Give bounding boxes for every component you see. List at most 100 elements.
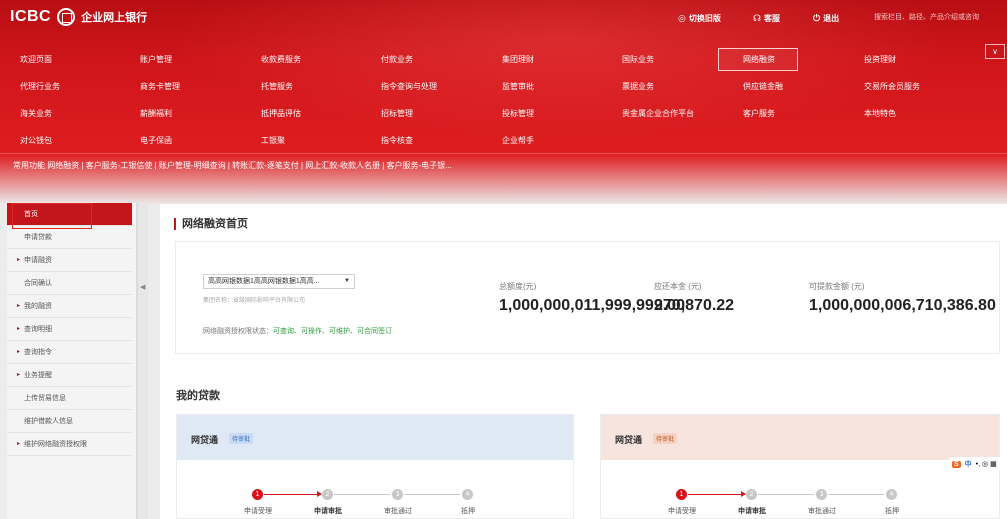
- menu-item[interactable]: 招标管理: [381, 108, 413, 119]
- sidebar-scrollbar[interactable]: ◀: [137, 203, 148, 519]
- menu-item[interactable]: 票据业务: [622, 81, 654, 92]
- sidebar-item-label: 我的融资: [24, 303, 52, 310]
- menu-item[interactable]: 本地特色: [864, 108, 896, 119]
- step-number-icon: 3: [816, 489, 827, 500]
- menu-item[interactable]: 指令查询与处理: [381, 81, 437, 92]
- search-input[interactable]: 搜索栏目、路径、产品介绍或咨询: [866, 11, 1007, 25]
- total-limit-label: 总额度(元): [499, 282, 537, 291]
- loan-name: 网贷通: [615, 435, 643, 445]
- expand-arrow-icon: ▸: [17, 349, 21, 355]
- step-label: 申请审批: [314, 508, 342, 515]
- step-label: 抵押: [885, 508, 899, 515]
- step-connector: [758, 494, 814, 495]
- main-content: 网络融资首页 高高网银数据1高高网银数据1高高... ▼ 集团名称：省级国际影响…: [160, 204, 1007, 519]
- sidebar-item[interactable]: ▸ 维护网络融资授权限: [7, 433, 132, 456]
- sidebar-item[interactable]: 上传贸易信息: [7, 387, 132, 410]
- menu-item[interactable]: 投资理财: [864, 54, 896, 65]
- menu-item[interactable]: 商务卡管理: [140, 81, 180, 92]
- sidebar-highlight-frame: [12, 203, 92, 229]
- menu-item[interactable]: 欢迎页面: [20, 54, 52, 65]
- auth-status-label: 网络融资授权限状态：: [203, 328, 273, 335]
- sidebar-item[interactable]: ▸ 业务提醒: [7, 364, 132, 387]
- step-label: 申请审批: [738, 508, 766, 515]
- logout-label: 退出: [823, 14, 840, 23]
- header: ICBC 企业网上银行 ◎ 切换旧版 ☊ 客服 ⏻ 退出 搜索栏目、路径、产品介…: [0, 0, 1007, 205]
- quick-functions-bar: 常用功能 网络融资 | 客户服务-工银信使 | 账户管理-明细查询 | 转账汇款…: [0, 153, 1007, 175]
- principal-due-label: 应还本金 (元): [654, 282, 702, 291]
- menu-item[interactable]: 账户管理: [140, 54, 172, 65]
- sidebar-item-label: 申请融资: [24, 257, 52, 264]
- menu-item[interactable]: 交易所会员服务: [864, 81, 920, 92]
- ime-language[interactable]: 中: [965, 459, 972, 469]
- sidebar-item-label: 查询指令: [24, 349, 52, 356]
- menu-item[interactable]: 电子保函: [140, 135, 172, 146]
- sidebar-item[interactable]: 维护借款人信息: [7, 410, 132, 433]
- loan-name: 网贷通: [191, 435, 219, 445]
- status-badge: 待审批: [229, 433, 254, 444]
- loan-card-header: 网贷通 待审批: [601, 415, 999, 460]
- switch-icon: ◎: [678, 13, 686, 23]
- sidebar-item-label: 申请贷款: [24, 234, 52, 241]
- step-label: 申请受理: [244, 508, 272, 515]
- available-amount-value: 1,000,000,006,710,386.80: [809, 297, 996, 314]
- power-icon: ⏻: [813, 13, 821, 23]
- switch-version-link[interactable]: ◎ 切换旧版: [678, 13, 721, 24]
- icbc-logo[interactable]: ICBC 企业网上银行: [10, 8, 147, 26]
- menu-item[interactable]: 代理行业务: [20, 81, 60, 92]
- expand-arrow-icon: ▸: [17, 441, 21, 447]
- switch-version-label: 切换旧版: [688, 14, 721, 23]
- customer-service-link[interactable]: ☊ 客服: [753, 13, 780, 24]
- menu-item[interactable]: 网络融资: [718, 48, 798, 71]
- quick-functions-links[interactable]: 常用功能 网络融资 | 客户服务-工银信使 | 账户管理-明细查询 | 转账汇款…: [13, 160, 452, 171]
- account-select[interactable]: 高高网银数据1高高网银数据1高高... ▼: [203, 274, 355, 289]
- sidebar-item[interactable]: 申请贷款: [7, 226, 132, 249]
- menu-item[interactable]: 企业帮手: [502, 135, 534, 146]
- step-label: 审批通过: [384, 508, 412, 515]
- sidebar-item[interactable]: ▸ 查询指令: [7, 341, 132, 364]
- menu-item[interactable]: 收款费服务: [261, 54, 301, 65]
- ime-tools-icon[interactable]: •, ◎ ▦: [976, 460, 997, 468]
- menu-item[interactable]: 供应链金融: [743, 81, 783, 92]
- step-number-icon: 2: [746, 489, 757, 500]
- menu-item[interactable]: 贵金属企业合作平台: [622, 108, 694, 119]
- step-number-icon: 4: [462, 489, 473, 500]
- menu-item[interactable]: 抵押品评估: [261, 108, 301, 119]
- step-number-icon: 1: [676, 489, 687, 500]
- loan-card[interactable]: 网贷通 待审批 1 申请受理 2 申请审批 3 审批通过 4 抵押: [176, 414, 574, 519]
- menu-item[interactable]: 客户服务: [743, 108, 775, 119]
- step-number-icon: 3: [392, 489, 403, 500]
- menu-item[interactable]: 国际业务: [622, 54, 654, 65]
- sidebar-item[interactable]: ▸ 查询明细: [7, 318, 132, 341]
- menu-toggle-button[interactable]: ∨: [985, 44, 1005, 59]
- expand-arrow-icon: ▸: [17, 372, 21, 378]
- menu-item[interactable]: 海关业务: [20, 108, 52, 119]
- scroll-arrow-icon: ◀: [140, 284, 146, 291]
- sogou-logo-icon: S: [952, 460, 961, 468]
- sidebar-item[interactable]: ▸ 我的融资: [7, 295, 132, 318]
- icbc-seal-icon: [57, 8, 76, 26]
- loan-card[interactable]: 网贷通 待审批 1 申请受理 2 申请审批 3 审批通过 4 抵押: [600, 414, 1000, 519]
- account-select-value: 高高网银数据1高高网银数据1高高...: [208, 278, 320, 285]
- summary-panel: 高高网银数据1高高网银数据1高高... ▼ 集团名称：省级国际影响平台有限公司 …: [175, 241, 1000, 354]
- menu-item[interactable]: 指令核查: [381, 135, 413, 146]
- menu-item[interactable]: 薪酬福利: [140, 108, 172, 119]
- menu-item[interactable]: 付款业务: [381, 54, 413, 65]
- sidebar-item[interactable]: ▸ 申请融资: [7, 249, 132, 272]
- step-label: 申请受理: [668, 508, 696, 515]
- menu-item[interactable]: 工银聚: [261, 135, 285, 146]
- progress-steps: 1 申请受理 2 申请审批 3 审批通过 4 抵押: [601, 485, 999, 519]
- sidebar-item[interactable]: 合同确认: [7, 272, 132, 295]
- menu-item[interactable]: 投标管理: [502, 108, 534, 119]
- logout-link[interactable]: ⏻ 退出: [813, 13, 839, 24]
- available-amount-label: 可提款金额 (元): [809, 282, 865, 291]
- ime-toolbar[interactable]: S 中 •, ◎ ▦: [949, 457, 1000, 471]
- menu-item[interactable]: 托管服务: [261, 81, 293, 92]
- total-limit-value: 1,000,000,011,999,999.00: [499, 297, 685, 314]
- step-label: 抵押: [461, 508, 475, 515]
- menu-item[interactable]: 监管审批: [502, 81, 534, 92]
- menu-item[interactable]: 集团理财: [502, 54, 534, 65]
- auth-status: 网络融资授权限状态：可查询、可操作、可维护、可合同签订: [203, 326, 392, 336]
- step-label: 审批通过: [808, 508, 836, 515]
- group-name: 集团名称：省级国际影响平台有限公司: [203, 298, 306, 304]
- menu-item[interactable]: 对公钱包: [20, 135, 52, 146]
